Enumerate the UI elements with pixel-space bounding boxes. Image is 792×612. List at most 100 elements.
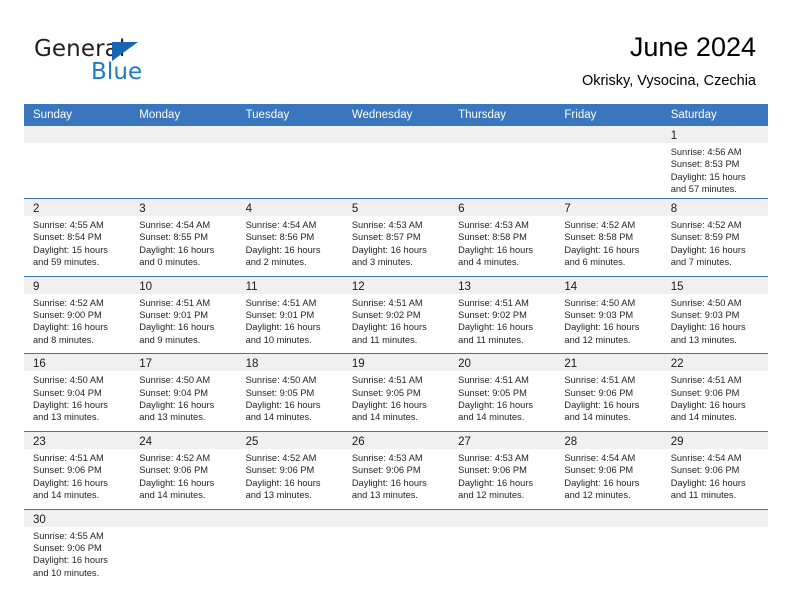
day-sun-info: Sunrise: 4:50 AM Sunset: 9:04 PM Daylight:… bbox=[24, 371, 130, 431]
day-sun-info: Sunrise: 4:50 AM Sunset: 9:05 PM Daylight:… bbox=[237, 371, 343, 431]
calendar-day-cell[interactable]: 6 Sunrise: 4:53 AM Sunset: 8:58 PM Daylight… bbox=[449, 199, 556, 276]
calendar-day-cell[interactable]: 30 Sunrise: 4:55 AM Sunset: 9:06 PM Dayligh… bbox=[24, 509, 131, 587]
calendar-day-cell[interactable]: 27 Sunrise: 4:53 AM Sunset: 9:06 PM Dayligh… bbox=[449, 431, 556, 509]
day-sun-info: Sunrise: 4:53 AM Sunset: 9:06 PM Daylight:… bbox=[449, 449, 555, 509]
calendar-day-cell[interactable]: 28 Sunrise: 4:54 AM Sunset: 9:06 PM Dayligh… bbox=[555, 431, 662, 509]
calendar-week-row: 2 Sunrise: 4:55 AM Sunset: 8:54 PM Daylight… bbox=[24, 199, 768, 277]
day-number-band: 6 bbox=[449, 199, 556, 216]
sunrise-text: Sunrise: 4:54 AM bbox=[564, 452, 636, 463]
calendar-day-cell[interactable]: 9 Sunrise: 4:52 AM Sunset: 9:00 PM Daylight… bbox=[24, 276, 131, 354]
calendar-page: General Blue June 2024 Okrisky, Vysocina… bbox=[0, 0, 792, 612]
sunrise-text: Sunrise: 4:50 AM bbox=[33, 375, 104, 386]
calendar-day-cell[interactable]: 26 Sunrise: 4:53 AM Sunset: 9:06 PM Dayligh… bbox=[342, 431, 450, 509]
day-sun-info: Sunrise: 4:51 AM Sunset: 9:02 PM Daylight:… bbox=[449, 294, 555, 354]
calendar-day-cell[interactable]: 14 Sunrise: 4:50 AM Sunset: 9:03 PM Dayligh… bbox=[555, 276, 662, 354]
daylight-text-line2: and 14 minutes. bbox=[564, 412, 631, 423]
day-number-band: 7 bbox=[555, 199, 662, 216]
day-number-band: 8 bbox=[661, 199, 768, 216]
calendar-day-cell[interactable]: 25 Sunrise: 4:52 AM Sunset: 9:06 PM Dayligh… bbox=[236, 431, 343, 509]
daylight-text-line1: Daylight: 16 hours bbox=[139, 400, 215, 411]
day-number-band: 3 bbox=[130, 199, 237, 216]
calendar-day-cell[interactable]: 5 Sunrise: 4:53 AM Sunset: 8:57 PM Daylight… bbox=[342, 199, 450, 276]
day-sun-info: Sunrise: 4:50 AM Sunset: 9:04 PM Daylight:… bbox=[130, 371, 236, 431]
day-number: 12 bbox=[351, 280, 365, 293]
sunset-text: Sunset: 8:58 PM bbox=[458, 232, 527, 243]
sunset-text: Sunset: 9:06 PM bbox=[564, 465, 634, 476]
day-number: 30 bbox=[33, 513, 46, 526]
sunrise-text: Sunrise: 4:55 AM bbox=[33, 530, 104, 541]
calendar-day-cell[interactable]: 21 Sunrise: 4:51 AM Sunset: 9:06 PM Dayligh… bbox=[555, 354, 662, 431]
sunset-text: Sunset: 8:54 PM bbox=[33, 232, 102, 243]
day-number-band: 30 bbox=[24, 509, 131, 527]
calendar-day-cell[interactable]: 10 Sunrise: 4:51 AM Sunset: 9:01 PM Dayligh… bbox=[130, 276, 237, 354]
calendar-day-cell[interactable]: 7 Sunrise: 4:52 AM Sunset: 8:58 PM Daylight… bbox=[555, 199, 662, 276]
daylight-text-line2: and 14 minutes. bbox=[351, 412, 418, 423]
calendar-day-cell[interactable]: 19 Sunrise: 4:51 AM Sunset: 9:05 PM Dayligh… bbox=[342, 354, 450, 431]
calendar-day-cell[interactable]: 23 Sunrise: 4:51 AM Sunset: 9:06 PM Dayligh… bbox=[24, 431, 131, 509]
daylight-text-line2: and 12 minutes. bbox=[564, 334, 631, 345]
day-number: 13 bbox=[458, 280, 471, 293]
daylight-text-line1: Daylight: 16 hours bbox=[33, 555, 108, 566]
calendar-week-row: 1 Sunrise: 4:56 AM Sunset: 8:53 PM Daylight… bbox=[24, 126, 768, 199]
calendar-day-cell[interactable]: 2 Sunrise: 4:55 AM Sunset: 8:54 PM Daylight… bbox=[24, 199, 131, 276]
day-sun-info: Sunrise: 4:51 AM Sunset: 9:01 PM Daylight:… bbox=[237, 294, 343, 354]
calendar-day-cell-empty bbox=[24, 126, 131, 198]
calendar-day-cell[interactable]: 11 Sunrise: 4:51 AM Sunset: 9:01 PM Dayligh… bbox=[236, 276, 343, 354]
calendar-day-cell[interactable]: 3 Sunrise: 4:54 AM Sunset: 8:55 PM Daylight… bbox=[130, 199, 237, 276]
calendar-day-cell[interactable]: 15 Sunrise: 4:50 AM Sunset: 9:03 PM Dayligh… bbox=[661, 276, 768, 354]
calendar-day-cell[interactable]: 24 Sunrise: 4:52 AM Sunset: 9:06 PM Dayligh… bbox=[130, 431, 237, 509]
sunset-text: Sunset: 9:02 PM bbox=[351, 310, 421, 321]
day-number: 7 bbox=[564, 203, 571, 215]
sunset-text: Sunset: 9:06 PM bbox=[245, 465, 315, 476]
day-number: 22 bbox=[670, 358, 684, 371]
sunrise-text: Sunrise: 4:51 AM bbox=[245, 297, 317, 308]
calendar-day-cell-empty bbox=[130, 126, 237, 198]
calendar-weeks: 1 Sunrise: 4:56 AM Sunset: 8:53 PM Daylight… bbox=[24, 126, 768, 587]
calendar-day-cell[interactable]: 20 Sunrise: 4:51 AM Sunset: 9:05 PM Dayligh… bbox=[449, 354, 556, 431]
general-blue-logo[interactable]: General Blue bbox=[34, 36, 234, 92]
calendar-day-cell-empty bbox=[342, 509, 450, 587]
calendar-day-cell-empty bbox=[449, 126, 556, 198]
calendar-day-cell[interactable]: 12 Sunrise: 4:51 AM Sunset: 9:02 PM Dayligh… bbox=[342, 276, 450, 354]
day-sun-info: Sunrise: 4:52 AM Sunset: 9:06 PM Daylight:… bbox=[130, 449, 236, 509]
calendar-day-cell[interactable]: 17 Sunrise: 4:50 AM Sunset: 9:04 PM Dayligh… bbox=[130, 354, 237, 431]
sunset-text: Sunset: 8:57 PM bbox=[351, 232, 421, 243]
daylight-text-line1: Daylight: 16 hours bbox=[33, 400, 108, 411]
day-number: 1 bbox=[670, 130, 678, 142]
day-number: 6 bbox=[458, 203, 465, 215]
calendar-day-cell[interactable]: 13 Sunrise: 4:51 AM Sunset: 9:02 PM Dayligh… bbox=[449, 276, 556, 354]
day-number-band: 27 bbox=[449, 431, 556, 449]
day-number-band bbox=[130, 126, 237, 143]
daylight-text-line2: and 6 minutes. bbox=[564, 257, 626, 268]
sunrise-text: Sunrise: 4:50 AM bbox=[139, 375, 211, 386]
sunset-text: Sunset: 9:04 PM bbox=[139, 387, 209, 398]
day-number-band: 13 bbox=[449, 276, 556, 294]
daylight-text-line2: and 14 minutes. bbox=[670, 412, 737, 423]
day-number-band: 26 bbox=[342, 431, 450, 449]
calendar-day-cell[interactable]: 8 Sunrise: 4:52 AM Sunset: 8:59 PM Daylight… bbox=[661, 199, 768, 276]
sunrise-text: Sunrise: 4:53 AM bbox=[458, 452, 529, 463]
calendar-day-cell[interactable]: 16 Sunrise: 4:50 AM Sunset: 9:04 PM Dayligh… bbox=[24, 354, 131, 431]
sunrise-text: Sunrise: 4:50 AM bbox=[245, 375, 317, 386]
daylight-text-line1: Daylight: 16 hours bbox=[564, 244, 640, 255]
daylight-text-line2: and 9 minutes. bbox=[139, 334, 201, 345]
day-sun-info: Sunrise: 4:53 AM Sunset: 8:58 PM Daylight:… bbox=[449, 216, 555, 276]
daylight-text-line2: and 8 minutes. bbox=[33, 334, 94, 345]
calendar-day-cell[interactable]: 29 Sunrise: 4:54 AM Sunset: 9:06 PM Dayligh… bbox=[661, 431, 768, 509]
calendar-day-cell[interactable]: 4 Sunrise: 4:54 AM Sunset: 8:56 PM Daylight… bbox=[236, 199, 343, 276]
daylight-text-line2: and 11 minutes. bbox=[351, 334, 418, 345]
calendar-day-cell[interactable]: 22 Sunrise: 4:51 AM Sunset: 9:06 PM Dayligh… bbox=[661, 354, 768, 431]
day-sun-info: Sunrise: 4:54 AM Sunset: 9:06 PM Daylight:… bbox=[555, 449, 661, 509]
day-number-band bbox=[130, 509, 237, 527]
day-number: 2 bbox=[33, 203, 40, 215]
location-subtitle: Okrisky, Vysocina, Czechia bbox=[581, 73, 756, 89]
daylight-text-line1: Daylight: 16 hours bbox=[245, 322, 321, 333]
sunset-text: Sunset: 8:53 PM bbox=[670, 159, 740, 170]
day-sun-info: Sunrise: 4:52 AM Sunset: 9:06 PM Daylight:… bbox=[237, 449, 343, 509]
sunset-text: Sunset: 9:04 PM bbox=[33, 387, 102, 398]
sunset-text: Sunset: 9:06 PM bbox=[33, 542, 102, 553]
calendar-day-cell[interactable]: 18 Sunrise: 4:50 AM Sunset: 9:05 PM Dayligh… bbox=[236, 354, 343, 431]
day-sun-info: Sunrise: 4:53 AM Sunset: 8:57 PM Daylight:… bbox=[343, 216, 449, 276]
calendar-day-cell[interactable]: 1 Sunrise: 4:56 AM Sunset: 8:53 PM Daylight… bbox=[661, 126, 768, 198]
day-number-band bbox=[449, 126, 556, 143]
